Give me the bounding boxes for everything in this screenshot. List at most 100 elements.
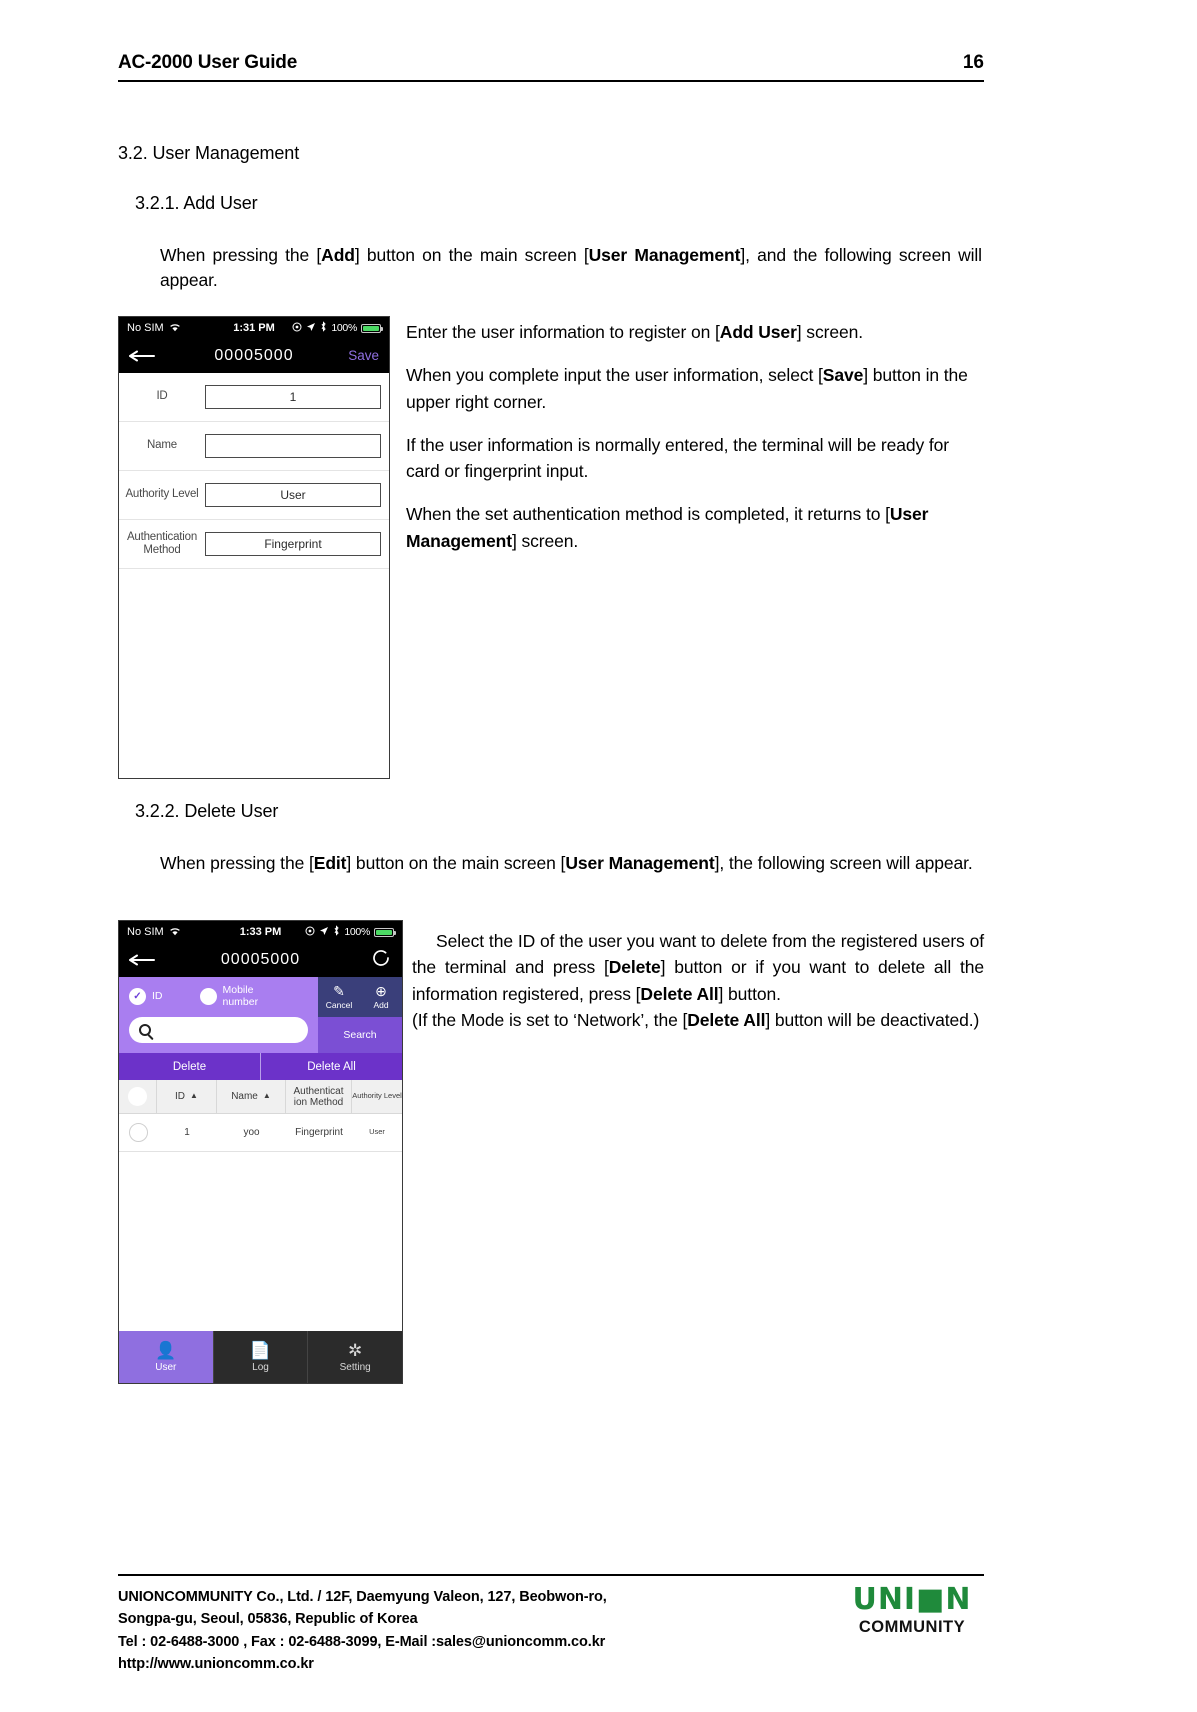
nav-title-2: 00005000 (220, 951, 301, 968)
field-row-authority-level: Authority Level User (119, 471, 389, 520)
add-button[interactable]: ⊕ Add (360, 977, 402, 1017)
field-row-id: ID 1 (119, 373, 389, 422)
action-panel: ✎ Cancel ⊕ Add Search (318, 977, 402, 1054)
add-button-label: Add (373, 1000, 389, 1010)
intro-add-user-paragraph: When pressing the [Add] button on the ma… (160, 243, 982, 294)
status-bar-2: No SIM 1:33 PM 100% (119, 921, 402, 943)
add-user-notes: Enter the user information to register o… (406, 319, 984, 554)
delete-all-button[interactable]: Delete All (261, 1053, 402, 1080)
sort-ascending-icon: ▲ (262, 1091, 271, 1101)
field-input-id[interactable]: 1 (205, 385, 381, 409)
table-header-name-label: Name (231, 1091, 258, 1103)
radio-selected-icon: ✓ (129, 988, 146, 1006)
bluetooth-icon (320, 321, 327, 335)
logo-mark: UNI■N (852, 1582, 972, 1617)
screenshot-add-user: No SIM 1:31 PM 100% 00005000 Save ID 1 N… (118, 316, 390, 779)
search-button[interactable]: Search (318, 1017, 402, 1054)
note1-text1: Enter the user information to register o… (406, 322, 720, 342)
add-user-form: ID 1 Name Authority Level User Authentic… (119, 373, 389, 778)
form-empty-area (119, 569, 389, 778)
field-input-name[interactable] (205, 434, 381, 458)
note-save: When you complete input the user informa… (406, 362, 984, 415)
page-number: 16 (962, 52, 984, 73)
intro-del-text-3: ], the following screen will appear. (714, 853, 973, 873)
document-icon: 📄 (249, 1340, 272, 1360)
intro-del-text-2: ] button on the main screen [ (346, 853, 566, 873)
table-header-auth-method[interactable]: Authenticat ion Method (286, 1080, 352, 1114)
intro-del-text-1: When pressing the [ (160, 853, 314, 873)
intro-add-bold-user-management: User Management (588, 245, 741, 265)
tab-user[interactable]: 👤 User (119, 1331, 214, 1383)
pencil-icon: ✎ (333, 983, 345, 999)
nav-bar: 00005000 Save (119, 339, 389, 373)
tab-user-label: User (155, 1361, 177, 1373)
filter-toolbar: ✓ ID Mobile number ✎ Cancel ⊕ Add Search (119, 977, 402, 1054)
field-input-authentication-method[interactable]: Fingerprint (205, 532, 381, 556)
bluetooth-icon (333, 925, 340, 939)
row-checkbox[interactable] (119, 1114, 157, 1151)
heading-user-management: 3.2. User Management (118, 143, 300, 163)
header-title: AC-2000 User Guide (118, 52, 298, 73)
refresh-icon[interactable] (370, 947, 392, 974)
battery-icon (361, 323, 383, 333)
cancel-button-label: Cancel (325, 1000, 353, 1010)
note-del2-text2: ] button will be deactivated.) (765, 1009, 980, 1030)
intro-add-text-1: When pressing the [ (160, 245, 322, 265)
table-header-authority-level[interactable]: Authority Level (352, 1080, 402, 1113)
delete-user-notes: Select the ID of the user you want to de… (412, 928, 984, 1033)
tab-setting[interactable]: ✲ Setting (308, 1331, 402, 1383)
note-delete-2: (If the Mode is set to ‘Network’, the [D… (412, 1007, 984, 1033)
note-del-text3: ] button. (718, 983, 781, 1004)
search-icon (139, 1024, 151, 1037)
tab-log[interactable]: 📄 Log (214, 1331, 309, 1383)
filter-option-id[interactable]: ✓ ID (129, 988, 163, 1006)
heading-add-user: 3.2.1. Add User (135, 193, 258, 213)
filter-option-mobile[interactable]: Mobile number (199, 984, 279, 1008)
cancel-button[interactable]: ✎ Cancel (318, 977, 360, 1017)
note1-text2: ] screen. (796, 322, 863, 342)
save-button[interactable]: Save (348, 348, 379, 363)
search-filter-panel: ✓ ID Mobile number (119, 977, 318, 1054)
logo-wordmark: COMMUNITY (858, 1618, 966, 1636)
row-id: 1 (184, 1127, 190, 1139)
alarm-icon (292, 322, 302, 335)
heading-delete-user: 3.2.2. Delete User (135, 801, 279, 821)
row-authority-level: User (369, 1127, 385, 1137)
row-name: yoo (243, 1127, 260, 1139)
field-input-authority-level[interactable]: User (205, 483, 381, 507)
footer-address: UNIONCOMMUNITY Co., Ltd. / 12F, Daemyung… (118, 1586, 607, 1676)
row-auth-method: Fingerprint (295, 1127, 343, 1139)
filter-radio-group: ✓ ID Mobile number (129, 984, 308, 1008)
note1-bold: Add User (719, 322, 797, 342)
filter-option-mobile-label: Mobile number (222, 984, 259, 1008)
table-row[interactable]: 1 yoo Fingerprint User (119, 1114, 402, 1153)
location-arrow-icon (306, 322, 316, 335)
field-label-authority-level: Authority Level (125, 488, 199, 501)
field-label-name: Name (147, 439, 177, 452)
table-header-name[interactable]: Name ▲ (217, 1080, 286, 1114)
delete-button[interactable]: Delete (119, 1053, 261, 1081)
footer-line-1: UNIONCOMMUNITY Co., Ltd. / 12F, Daemyung… (118, 1589, 607, 1605)
intro-delete-user-paragraph: When pressing the [Edit] button on the m… (160, 851, 982, 876)
intro-del-bold-user-management: User Management (565, 853, 715, 873)
table-header-id[interactable]: ID ▲ (157, 1080, 217, 1114)
note-del2-text1: (If the Mode is set to ‘Network’, the [ (412, 1009, 688, 1030)
note4-text2: ] screen. (511, 530, 579, 551)
footer-line-3: Tel : 02-6488-3000 , Fax : 02-6488-3099,… (118, 1633, 606, 1650)
table-header-checkbox[interactable] (119, 1080, 157, 1114)
radio-unselected-icon (199, 988, 217, 1006)
note-returns: When the set authentication method is co… (406, 501, 984, 554)
search-input[interactable] (129, 1017, 308, 1044)
gear-icon: ✲ (348, 1340, 363, 1360)
plus-circle-icon: ⊕ (375, 983, 387, 999)
footer-line-4: http://www.unioncomm.co.kr (118, 1656, 314, 1673)
status-bar: No SIM 1:31 PM 100% (119, 317, 389, 339)
field-label-authentication-method: Authentication Method (126, 530, 198, 556)
nav-bar-2: 00005000 (119, 943, 402, 977)
table-header: ID ▲ Name ▲ Authenticat ion Method Autho… (119, 1080, 402, 1115)
document-page: AC-2000 User Guide 16 3.2. User Manageme… (0, 0, 1197, 1712)
delete-actions-row: Delete Delete All (119, 1053, 402, 1081)
note-del-bold-delete: Delete (608, 957, 661, 978)
note-ready: If the user information is normally ente… (406, 434, 950, 481)
person-icon: 👤 (155, 1340, 177, 1360)
